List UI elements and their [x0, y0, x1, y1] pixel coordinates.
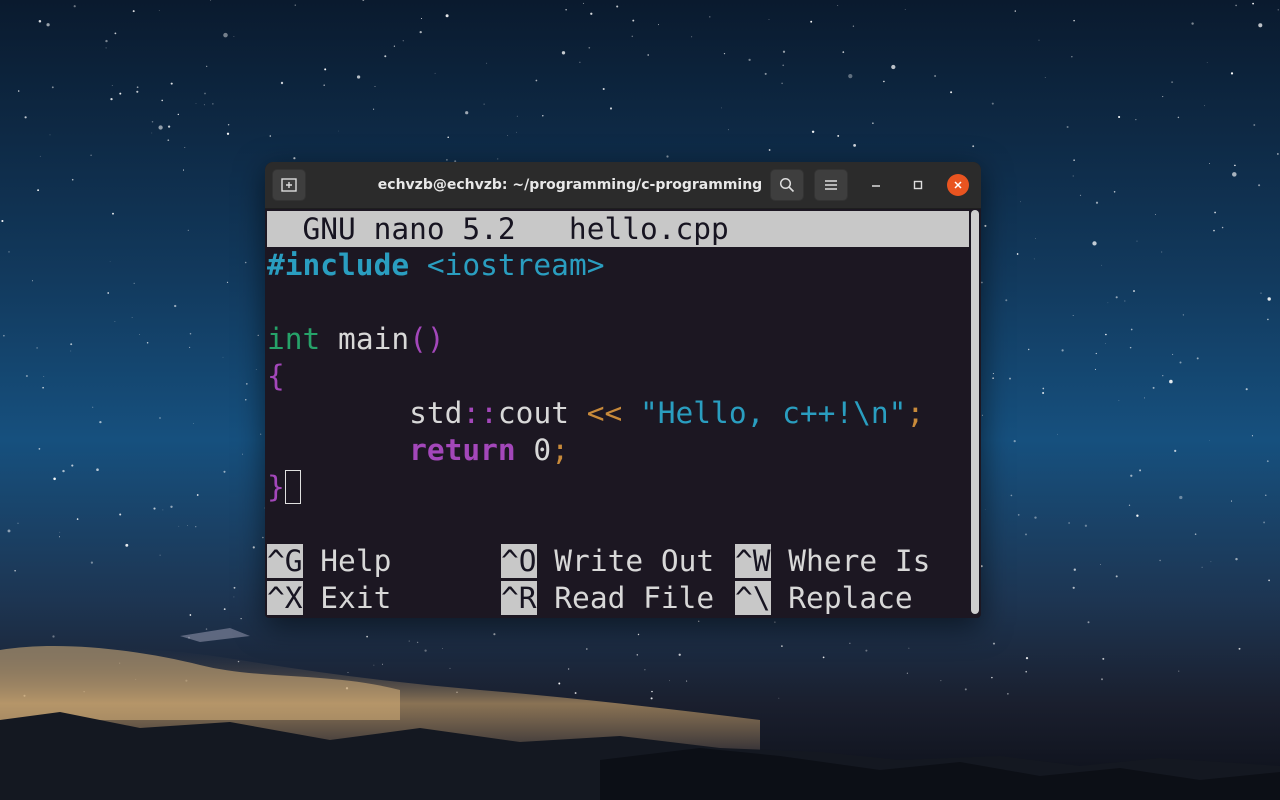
shortcut-where-is[interactable]: ^W Where Is — [735, 543, 930, 580]
shortcut-label: Read File — [536, 581, 715, 615]
title-bar[interactable]: echvzb@echvzb: ~/programming/c-programmi… — [265, 162, 981, 209]
open-brace: { — [267, 359, 285, 393]
include-directive: #include — [267, 248, 410, 282]
maximize-icon — [913, 180, 923, 190]
main-parens: () — [409, 322, 445, 356]
return-keyword: return — [409, 433, 516, 467]
new-tab-button[interactable] — [272, 169, 306, 201]
shortcut-help[interactable]: ^G Help — [267, 543, 391, 580]
code-line-return: return 0; — [267, 432, 569, 469]
menu-button[interactable] — [814, 169, 848, 201]
shortcut-key: ^W — [735, 544, 771, 578]
terminal-window: echvzb@echvzb: ~/programming/c-programmi… — [265, 162, 981, 618]
shortcut-key: ^R — [501, 581, 537, 615]
close-brace: } — [267, 470, 285, 504]
shortcut-key: ^G — [267, 544, 303, 578]
semicolon: ; — [551, 433, 569, 467]
shortcut-exit[interactable]: ^X Exit — [267, 580, 391, 617]
shortcut-replace[interactable]: ^\ Replace — [735, 580, 913, 617]
code-line-main: int main() — [267, 321, 445, 358]
code-line-open-brace: { — [267, 358, 285, 395]
code-line-cout: std::cout << "Hello, c++!\n"; — [267, 395, 924, 432]
terminal-content[interactable]: GNU nano 5.2 hello.cpp #include <iostrea… — [265, 209, 969, 618]
close-button[interactable] — [947, 174, 969, 196]
minimize-icon — [872, 185, 880, 187]
search-icon — [779, 177, 795, 193]
std-namespace: std — [409, 396, 463, 430]
close-icon — [954, 181, 962, 189]
return-value: 0 — [515, 433, 552, 467]
text-cursor — [284, 469, 301, 504]
shortcut-label: Where Is — [770, 544, 931, 578]
shortcut-key: ^\ — [735, 581, 771, 615]
include-target: <iostream> — [409, 248, 605, 282]
hamburger-menu-icon — [825, 180, 837, 190]
search-button[interactable] — [770, 169, 804, 201]
shortcut-label: Write Out — [536, 544, 715, 578]
shortcut-read-file[interactable]: ^R Read File — [501, 580, 714, 617]
nano-header: GNU nano 5.2 hello.cpp — [267, 211, 969, 247]
vertical-scrollbar[interactable] — [971, 210, 979, 614]
new-tab-icon — [281, 178, 297, 192]
shortcut-key: ^O — [501, 544, 537, 578]
scope-operator: :: — [462, 396, 498, 430]
maximize-button[interactable] — [907, 174, 929, 196]
code-line-include: #include <iostream> — [267, 247, 604, 284]
shortcut-label: Replace — [770, 581, 913, 615]
shortcut-key: ^X — [267, 581, 303, 615]
shortcut-write-out[interactable]: ^O Write Out — [501, 543, 714, 580]
shortcut-label: Help — [302, 544, 392, 578]
int-keyword: int — [267, 322, 321, 356]
main-function-name: main — [320, 322, 410, 356]
minimize-button[interactable] — [865, 174, 887, 196]
string-literal: "Hello, c++!\n" — [640, 396, 907, 430]
window-title: echvzb@echvzb: ~/programming/c-programmi… — [377, 177, 763, 193]
code-line-close-brace: } — [267, 469, 301, 506]
shortcut-label: Exit — [302, 581, 392, 615]
cout-identifier: cout — [497, 396, 569, 430]
semicolon: ; — [906, 396, 925, 430]
shift-operator: << — [568, 396, 641, 430]
